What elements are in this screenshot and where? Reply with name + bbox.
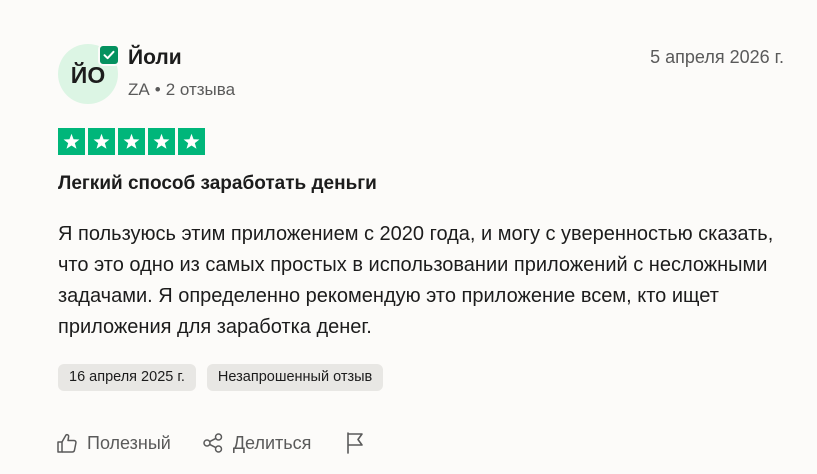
flag-icon bbox=[344, 431, 366, 455]
useful-button[interactable]: Полезный bbox=[56, 432, 171, 454]
share-icon bbox=[202, 432, 224, 454]
reviewer-meta: ZA • 2 отзыва bbox=[128, 79, 235, 101]
review-title[interactable]: Легкий способ заработать деньги bbox=[58, 171, 377, 197]
verified-check-icon bbox=[98, 44, 120, 66]
review-type-tag[interactable]: Незапрошенный отзыв bbox=[206, 364, 384, 391]
star-rating bbox=[58, 128, 205, 155]
star-icon bbox=[118, 128, 145, 155]
review-body: Я пользуюсь этим приложением с 2020 года… bbox=[58, 223, 774, 338]
star-icon bbox=[148, 128, 175, 155]
share-button[interactable]: Делиться bbox=[202, 432, 312, 454]
experience-date-tag: 16 апреля 2025 г. bbox=[58, 364, 196, 391]
star-icon bbox=[178, 128, 205, 155]
reviewer-country: ZA bbox=[128, 80, 150, 99]
review-tags: 16 апреля 2025 г. Незапрошенный отзыв bbox=[58, 364, 384, 391]
star-icon bbox=[58, 128, 85, 155]
share-label: Делиться bbox=[232, 432, 312, 453]
useful-label: Полезный bbox=[87, 432, 171, 453]
star-icon bbox=[88, 128, 115, 155]
review-date: 5 апреля 2026 г. bbox=[650, 47, 784, 67]
review-card: ЙО Йоли ZA • 2 отзыва 5 апреля 2026 г. Лег… bbox=[0, 0, 817, 474]
thumbs-up-icon bbox=[56, 432, 78, 454]
reviewer-reviews-count: 2 отзыва bbox=[165, 80, 236, 99]
reviewer-name[interactable]: Йоли bbox=[128, 45, 182, 71]
review-actions: Полезный Делиться bbox=[56, 431, 366, 455]
report-button[interactable] bbox=[344, 431, 366, 455]
meta-separator: • bbox=[154, 80, 161, 99]
